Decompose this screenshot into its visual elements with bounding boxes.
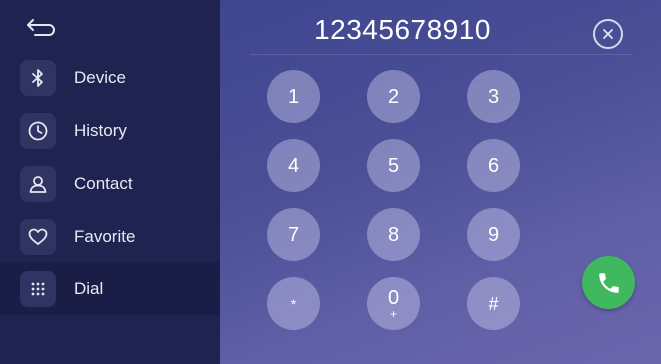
dial-key-digit: # <box>488 293 499 314</box>
dial-key-digit: 5 <box>387 154 400 177</box>
back-button[interactable] <box>22 12 62 42</box>
dial-key-digit: 0 <box>387 287 400 309</box>
dial-key-digit: 3 <box>487 85 500 108</box>
dial-key-sub: + <box>389 307 397 321</box>
dial-key-8[interactable]: 8 <box>367 208 420 261</box>
person-icon <box>20 165 56 202</box>
sidebar-item-history[interactable]: History <box>0 104 220 157</box>
sidebar-item-dial[interactable]: Dial <box>0 262 220 315</box>
dial-key-digit: 8 <box>387 223 400 246</box>
sidebar-item-label: History <box>74 120 127 140</box>
dial-key-hash[interactable]: # <box>467 277 520 330</box>
dial-key-6[interactable]: 6 <box>467 139 520 192</box>
phone-icon <box>598 272 619 293</box>
dial-key-digit: 9 <box>487 223 500 246</box>
dial-key-digit: 1 <box>287 85 300 108</box>
call-button[interactable] <box>582 256 635 309</box>
dialer-panel: 12345678910 1 2 3 4 5 6 7 8 9 * 0 + # <box>220 0 661 364</box>
dial-key-5[interactable]: 5 <box>367 139 420 192</box>
dial-key-2[interactable]: 2 <box>367 70 420 123</box>
dialpad-icon <box>20 270 56 307</box>
dial-key-4[interactable]: 4 <box>267 139 320 192</box>
back-arrow-icon <box>27 19 55 36</box>
divider <box>250 54 632 55</box>
dial-key-star[interactable]: * <box>267 277 320 330</box>
sidebar-item-label: Dial <box>74 278 104 298</box>
bluetooth-icon <box>20 59 56 96</box>
dial-key-digit: 2 <box>387 85 400 108</box>
dial-key-digit: 7 <box>287 223 300 246</box>
dial-key-0[interactable]: 0 + <box>367 277 420 330</box>
heart-icon <box>20 218 56 255</box>
sidebar-item-label: Favorite <box>74 226 136 246</box>
dial-key-digit: 6 <box>487 154 500 177</box>
dialed-number: 12345678910 <box>314 14 491 45</box>
clock-icon <box>20 112 56 149</box>
dial-key-1[interactable]: 1 <box>267 70 320 123</box>
sidebar-item-label: Device <box>74 67 126 87</box>
sidebar-item-contact[interactable]: Contact <box>0 157 220 210</box>
dial-key-9[interactable]: 9 <box>467 208 520 261</box>
clear-icon <box>603 29 613 39</box>
sidebar: Device History Contact Favorite Dial <box>0 0 220 364</box>
sidebar-item-label: Contact <box>74 173 133 193</box>
sidebar-item-device[interactable]: Device <box>0 51 220 104</box>
dial-key-digit: * <box>290 295 297 312</box>
dial-key-3[interactable]: 3 <box>467 70 520 123</box>
dial-key-7[interactable]: 7 <box>267 208 320 261</box>
clear-button[interactable] <box>593 19 623 49</box>
sidebar-item-favorite[interactable]: Favorite <box>0 210 220 263</box>
dial-key-digit: 4 <box>287 154 300 177</box>
dialer-screen: Device History Contact Favorite Dial 123… <box>0 0 661 364</box>
